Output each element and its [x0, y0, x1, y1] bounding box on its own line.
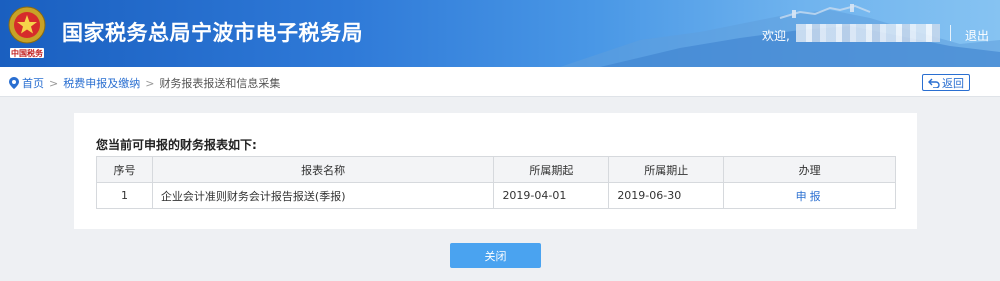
- column-header-period-end: 所属期止: [608, 156, 725, 183]
- return-arrow-icon: [928, 78, 940, 88]
- header-divider: [950, 25, 951, 41]
- emblem-text: 中国税务: [11, 48, 44, 58]
- close-button[interactable]: 关闭: [450, 243, 541, 268]
- breadcrumb-separator: >: [49, 76, 59, 90]
- breadcrumb-separator: >: [145, 76, 155, 90]
- location-pin-icon: [9, 77, 19, 89]
- declare-link[interactable]: 申报: [796, 190, 824, 203]
- back-button-label: 返回: [942, 76, 964, 90]
- logout-link[interactable]: 退出: [965, 27, 989, 44]
- panel-title: 您当前可申报的财务报表如下:: [96, 138, 257, 152]
- reports-table: 序号 报表名称 所属期起 所属期止 办理 1 企业会计准则财务会计报告报送(季报…: [96, 156, 896, 209]
- tax-emblem-icon: 中国税务: [8, 6, 46, 58]
- row-report-name: 企业会计准则财务会计报告报送(季报): [151, 182, 495, 209]
- breadcrumb: 首页 > 税费申报及缴纳 > 财务报表报送和信息采集: [9, 75, 280, 91]
- table-header-row: 序号 报表名称 所属期起 所属期止 办理: [96, 156, 896, 183]
- column-header-period-start: 所属期起: [493, 156, 610, 183]
- row-period-end: 2019-06-30: [608, 182, 725, 209]
- row-index: 1: [96, 182, 153, 209]
- column-header-report-name: 报表名称: [151, 156, 495, 183]
- column-header-action: 办理: [723, 156, 896, 183]
- row-action-cell: 申报: [723, 182, 896, 209]
- table-row: 1 企业会计准则财务会计报告报送(季报) 2019-04-01 2019-06-…: [96, 182, 896, 209]
- back-button[interactable]: 返回: [922, 74, 970, 91]
- breadcrumb-current: 财务报表报送和信息采集: [159, 77, 281, 90]
- username-masked: [796, 24, 940, 42]
- column-header-index: 序号: [96, 156, 153, 183]
- reports-panel: 您当前可申报的财务报表如下: 序号 报表名称 所属期起 所属期止 办理 1 企业…: [74, 113, 917, 229]
- app-title: 国家税务总局宁波市电子税务局: [62, 21, 363, 45]
- breadcrumb-home-link[interactable]: 首页: [22, 75, 44, 91]
- breadcrumb-tax-declaration-link[interactable]: 税费申报及缴纳: [63, 75, 140, 91]
- app-header: 中国税务 国家税务总局宁波市电子税务局 欢迎, 退出: [0, 0, 1000, 67]
- row-period-start: 2019-04-01: [493, 182, 610, 209]
- breadcrumb-bar: 首页 > 税费申报及缴纳 > 财务报表报送和信息采集: [0, 67, 1000, 97]
- welcome-text: 欢迎,: [762, 29, 790, 43]
